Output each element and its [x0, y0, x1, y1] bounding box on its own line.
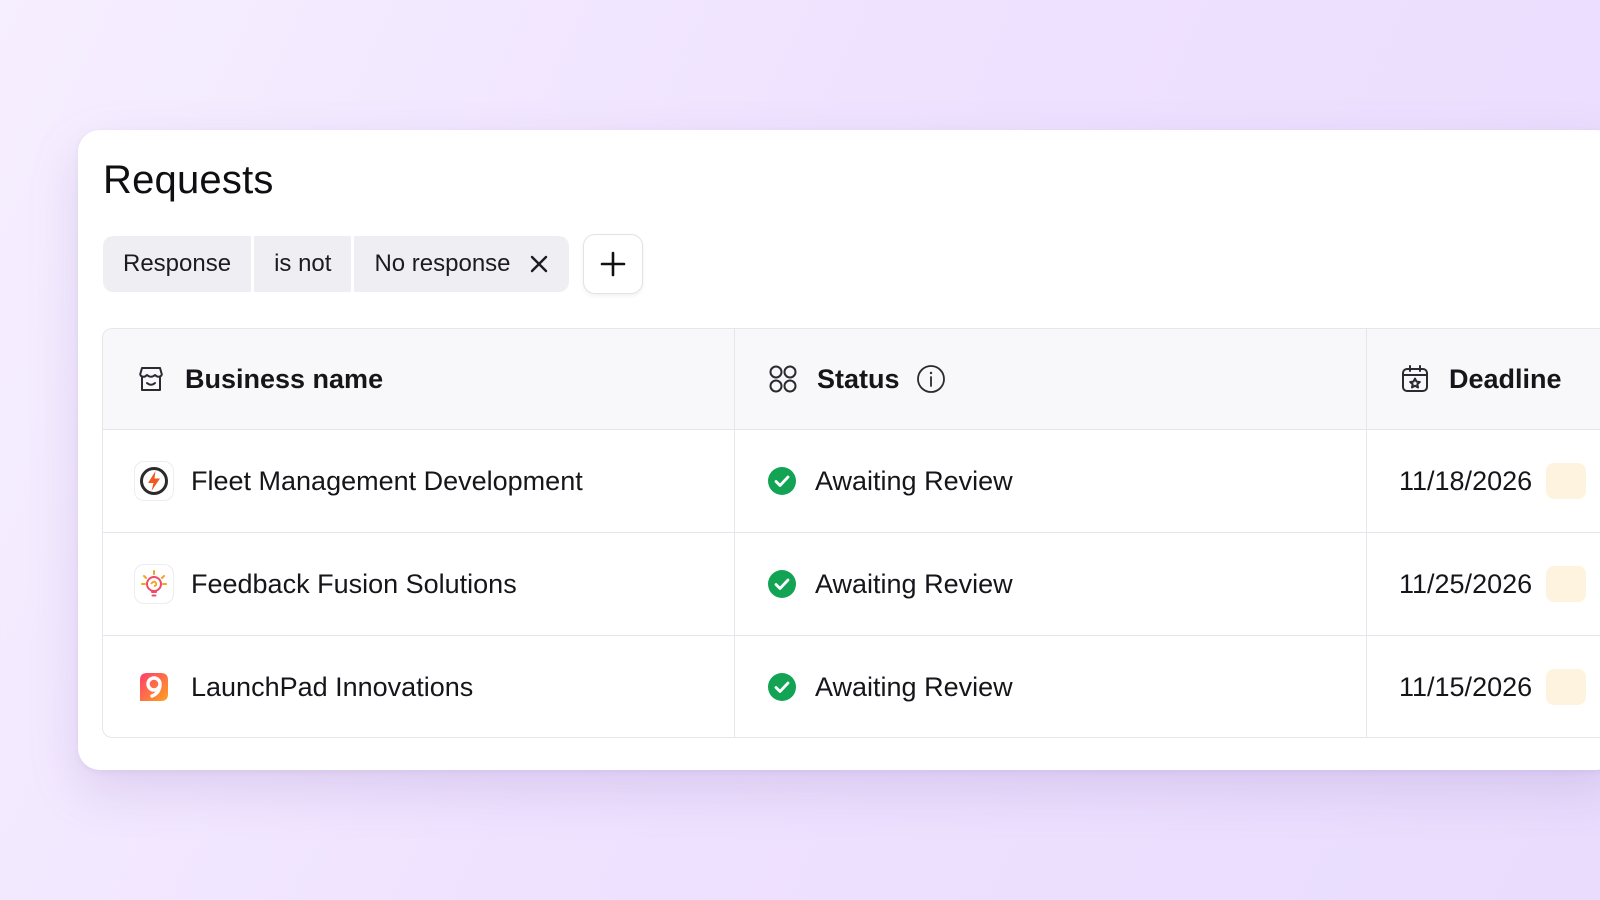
status-label: Awaiting Review — [815, 465, 1013, 496]
table-row[interactable]: LaunchPad Innovations Awaiting Review 11… — [103, 636, 1600, 737]
business-name: Feedback Fusion Solutions — [191, 568, 517, 599]
calendar-star-icon — [1399, 363, 1431, 395]
page-title: Requests — [103, 158, 274, 202]
deadline-date: 11/25/2026 — [1399, 568, 1533, 599]
status-label: Awaiting Review — [815, 568, 1013, 599]
business-name: LaunchPad Innovations — [191, 671, 474, 702]
deadline-cell: 11/15/2026 — [1367, 636, 1600, 737]
filter-chip: Response is not No response — [103, 236, 569, 292]
check-circle-icon — [767, 569, 797, 599]
info-icon[interactable] — [916, 364, 946, 394]
filter-value[interactable]: No response — [351, 236, 568, 292]
deadline-cell: 11/18/2026 — [1367, 430, 1600, 532]
deadline-badge — [1546, 463, 1587, 499]
filter-bar: Response is not No response — [103, 234, 643, 294]
lightning-bolt-logo — [135, 462, 173, 500]
add-filter-button[interactable] — [582, 234, 643, 294]
business-name-cell: Feedback Fusion Solutions — [103, 533, 735, 635]
storefront-icon — [135, 363, 167, 395]
plus-icon — [600, 251, 625, 277]
business-name-cell: Fleet Management Development — [103, 430, 735, 532]
column-header-label: Business name — [185, 363, 384, 394]
business-name-cell: LaunchPad Innovations — [103, 636, 735, 737]
status-cell: Awaiting Review — [735, 430, 1367, 532]
check-circle-icon — [767, 672, 797, 702]
deadline-badge — [1546, 566, 1587, 602]
filter-operator[interactable]: is not — [251, 236, 351, 292]
table-row[interactable]: Fleet Management Development Awaiting Re… — [103, 430, 1600, 533]
requests-table: Business name Status Deadline Fleet Mana… — [102, 328, 1600, 738]
deadline-badge — [1546, 669, 1587, 705]
grid-circles-icon — [767, 363, 799, 395]
column-header-label: Deadline — [1449, 363, 1562, 394]
deadline-date: 11/18/2026 — [1399, 465, 1533, 496]
filter-value-label: No response — [374, 250, 511, 277]
table-row[interactable]: Feedback Fusion Solutions Awaiting Revie… — [103, 533, 1600, 636]
column-header-label: Status — [817, 363, 900, 394]
filter-field[interactable]: Response — [103, 236, 251, 292]
close-icon[interactable] — [529, 254, 549, 274]
column-header-business-name[interactable]: Business name — [103, 329, 735, 429]
deadline-date: 11/15/2026 — [1399, 671, 1533, 702]
status-label: Awaiting Review — [815, 671, 1013, 702]
requests-card: Requests Response is not No response Bus… — [78, 130, 1600, 770]
table-header-row: Business name Status Deadline — [103, 329, 1600, 430]
business-name: Fleet Management Development — [191, 465, 583, 496]
status-cell: Awaiting Review — [735, 533, 1367, 635]
column-header-status[interactable]: Status — [735, 329, 1367, 429]
column-header-deadline[interactable]: Deadline — [1367, 329, 1600, 429]
check-circle-icon — [767, 466, 797, 496]
number-nine-logo — [135, 668, 173, 706]
status-cell: Awaiting Review — [735, 636, 1367, 737]
lightbulb-logo — [135, 565, 173, 603]
deadline-cell: 11/25/2026 — [1367, 533, 1600, 635]
